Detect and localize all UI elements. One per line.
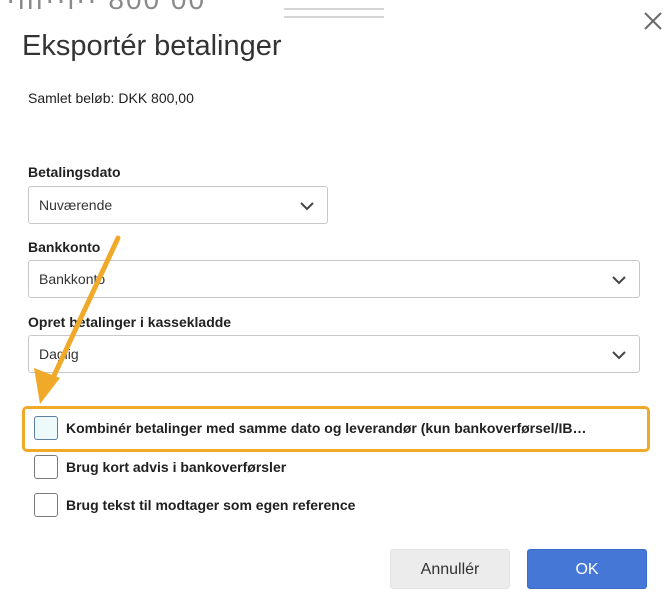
payment-date-select[interactable]: Nuværende bbox=[28, 186, 328, 224]
chevron-down-icon bbox=[300, 202, 314, 211]
combine-payments-label: Kombinér betalinger med samme dato og le… bbox=[66, 420, 587, 436]
chevron-down-icon bbox=[612, 276, 626, 285]
recipient-text-checkbox[interactable] bbox=[34, 493, 58, 517]
bank-account-select[interactable]: Bankkonto bbox=[28, 260, 640, 298]
payment-date-label: Betalingsdato bbox=[28, 164, 121, 180]
total-amount: Samlet beløb: DKK 800,00 bbox=[28, 90, 198, 106]
cancel-button[interactable]: Annullér bbox=[390, 549, 510, 589]
bank-account-label: Bankkonto bbox=[28, 239, 101, 255]
total-label: Samlet beløb: bbox=[28, 90, 115, 106]
export-payments-dialog: ·ılı··l·· 800 00 Eksportér betalinger Sa… bbox=[0, 0, 672, 613]
combine-payments-checkbox[interactable] bbox=[34, 416, 58, 440]
ok-button[interactable]: OK bbox=[527, 549, 647, 589]
journal-select[interactable]: Daglig bbox=[28, 335, 640, 373]
short-advice-checkbox[interactable] bbox=[34, 455, 58, 479]
journal-label: Opret betalinger i kassekladde bbox=[28, 314, 232, 330]
background-partial-text: ·ılı··l·· 800 00 bbox=[6, 0, 206, 16]
close-button[interactable] bbox=[640, 8, 666, 34]
close-icon bbox=[644, 12, 662, 30]
journal-value: Daglig bbox=[39, 346, 79, 362]
dialog-title: Eksportér betalinger bbox=[22, 30, 282, 62]
recipient-text-label: Brug tekst til modtager som egen referen… bbox=[66, 497, 356, 513]
chevron-down-icon bbox=[612, 351, 626, 360]
drag-handle[interactable] bbox=[284, 8, 384, 18]
payment-date-value: Nuværende bbox=[39, 197, 113, 213]
total-value: DKK 800,00 bbox=[118, 90, 194, 106]
short-advice-label: Brug kort advis i bankoverførsler bbox=[66, 459, 287, 475]
bank-account-value: Bankkonto bbox=[39, 271, 106, 287]
